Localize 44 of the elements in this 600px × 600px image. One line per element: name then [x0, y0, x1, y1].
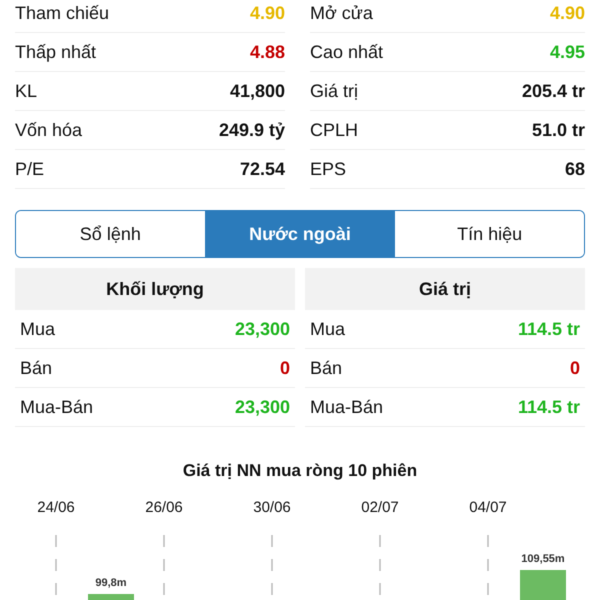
section-header: Khối lượng [15, 268, 295, 310]
stat-label: P/E [15, 158, 44, 180]
date-label: 02/07 [361, 499, 399, 516]
stat-label: Cao nhất [310, 42, 384, 62]
row-label: Mua-Bán [310, 396, 384, 418]
stat-value: 249.9 tỷ [218, 120, 285, 140]
stat-value: 72.54 [240, 158, 285, 180]
section-header: Giá trị [305, 268, 585, 310]
row-label: Mua [310, 318, 346, 340]
stat-value: 51.0 tr [532, 120, 585, 140]
row-value: 23,300 [234, 396, 290, 418]
bar-value-label: 99,8m [95, 577, 127, 589]
date-label: 24/06 [37, 499, 75, 516]
row-label: Mua-Bán [20, 396, 94, 418]
stat-label: Giá trị [310, 80, 358, 102]
date-label: 26/06 [145, 499, 183, 516]
tab[interactable]: Nước ngoài [206, 211, 396, 257]
stat-value: 205.4 tr [522, 80, 585, 102]
row-value: 114.5 tr [518, 396, 580, 418]
date-label: 30/06 [253, 499, 291, 516]
stat-value: 41,800 [230, 80, 285, 102]
stat-label: EPS [310, 158, 346, 180]
bar-value-label: 109,55m [521, 553, 565, 565]
stat-label: CPLH [310, 120, 358, 140]
row-value: 23,300 [234, 318, 290, 340]
tab[interactable]: Sổ lệnh [16, 211, 206, 257]
row-value: 114.5 tr [518, 318, 580, 340]
stat-label: Tham chiếu [15, 2, 110, 24]
row-label: Bán [310, 358, 342, 378]
date-label: 04/07 [469, 499, 507, 516]
stat-label: Mở cửa [310, 2, 373, 24]
chart-title: Giá trị NN mua ròng 10 phiên [182, 461, 418, 481]
row-value: 0 [570, 358, 580, 378]
stat-value: 4.95 [550, 42, 585, 62]
stat-label: Thấp nhất [15, 42, 96, 62]
stat-label: Vốn hóa [15, 120, 82, 140]
stat-value: 4.90 [250, 2, 285, 24]
stat-value: 4.90 [550, 2, 585, 24]
row-value: 0 [280, 358, 290, 378]
stat-value: 68 [564, 158, 585, 180]
stat-label: KL [15, 80, 38, 102]
stat-value: 4.88 [250, 42, 285, 62]
row-label: Bán [20, 358, 52, 378]
row-label: Mua [20, 318, 56, 340]
